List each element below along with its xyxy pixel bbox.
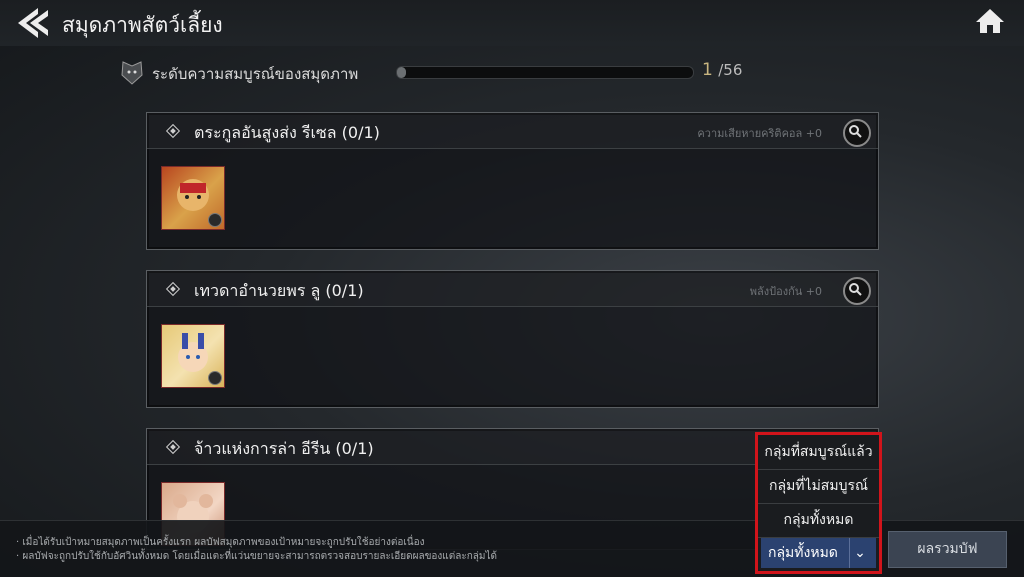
diamond-bullet-icon xyxy=(165,123,181,139)
lock-icon xyxy=(208,213,222,227)
top-bar: สมุดภาพสัตว์เลี้ยง xyxy=(0,0,1024,46)
card-title: เทวดาอำนวยพร ลู (0/1) xyxy=(194,281,364,300)
collection-progress: ระดับความสมบูรณ์ของสมุดภาพ 1 /56 xyxy=(120,58,760,88)
back-button[interactable] xyxy=(14,6,54,40)
filter-option-complete[interactable]: กลุ่มที่สมบูรณ์แล้ว xyxy=(758,435,879,470)
card-header: เทวดาอำนวยพร ลู (0/1) พลังป้องกัน +0 xyxy=(147,271,878,307)
back-arrow-icon xyxy=(18,8,48,38)
collection-group-card: เทวดาอำนวยพร ลู (0/1) พลังป้องกัน +0 xyxy=(146,270,879,408)
progress-bar xyxy=(396,66,694,79)
footer-note: · เมื่อได้รับเป้าหมายสมุดภาพเป็นครั้งแรก… xyxy=(16,537,425,548)
progress-total: /56 xyxy=(718,61,743,79)
filter-select-button[interactable]: กลุ่มทั้งหมด ⌄ xyxy=(761,538,876,568)
card-title: ตระกูลอันสูงส่ง รีเซล (0/1) xyxy=(194,123,380,142)
search-icon xyxy=(849,283,862,296)
lock-icon xyxy=(208,371,222,385)
collection-group-card: ตระกูลอันสูงส่ง รีเซล (0/1) ความเสียหายค… xyxy=(146,112,879,250)
filter-option-all[interactable]: กลุ่มทั้งหมด xyxy=(758,503,879,538)
magnifier-button[interactable] xyxy=(843,277,871,305)
group-filter-dropdown[interactable]: กลุ่มที่สมบูรณ์แล้ว กลุ่มที่ไม่สมบูรณ์ ก… xyxy=(755,432,882,574)
home-icon xyxy=(976,9,1004,33)
diamond-bullet-icon xyxy=(165,439,181,455)
magnifier-button[interactable] xyxy=(843,119,871,147)
home-button[interactable] xyxy=(970,4,1010,38)
diamond-bullet-icon xyxy=(165,281,181,297)
buff-summary-button[interactable]: ผลรวมบัฟ xyxy=(888,531,1007,568)
pet-thumbnail[interactable] xyxy=(161,166,225,230)
card-bonus: ความเสียหายคริติคอล +0 xyxy=(697,127,822,140)
page-title: สมุดภาพสัตว์เลี้ยง xyxy=(62,13,223,37)
pet-thumbnail[interactable] xyxy=(161,324,225,388)
filter-option-incomplete[interactable]: กลุ่มที่ไม่สมบูรณ์ xyxy=(758,469,879,504)
card-title: จ้าวแห่งการล่า อีรีน (0/1) xyxy=(194,439,374,458)
card-bonus: พลังป้องกัน +0 xyxy=(749,285,822,298)
progress-current: 1 xyxy=(702,60,713,80)
progress-fill xyxy=(397,67,406,78)
search-icon xyxy=(849,125,862,138)
filter-selected-label: กลุ่มทั้งหมด xyxy=(768,545,838,561)
progress-label: ระดับความสมบูรณ์ของสมุดภาพ xyxy=(152,65,359,83)
card-header: ตระกูลอันสูงส่ง รีเซล (0/1) ความเสียหายค… xyxy=(147,113,878,149)
chevron-down-icon: ⌄ xyxy=(849,538,870,568)
progress-count: 1 /56 xyxy=(702,60,742,80)
cat-badge-icon xyxy=(121,61,143,85)
footer-note: · ผลบัฟจะถูกปรับใช้กับอัศวินทั้งหมด โดยเ… xyxy=(16,551,498,562)
